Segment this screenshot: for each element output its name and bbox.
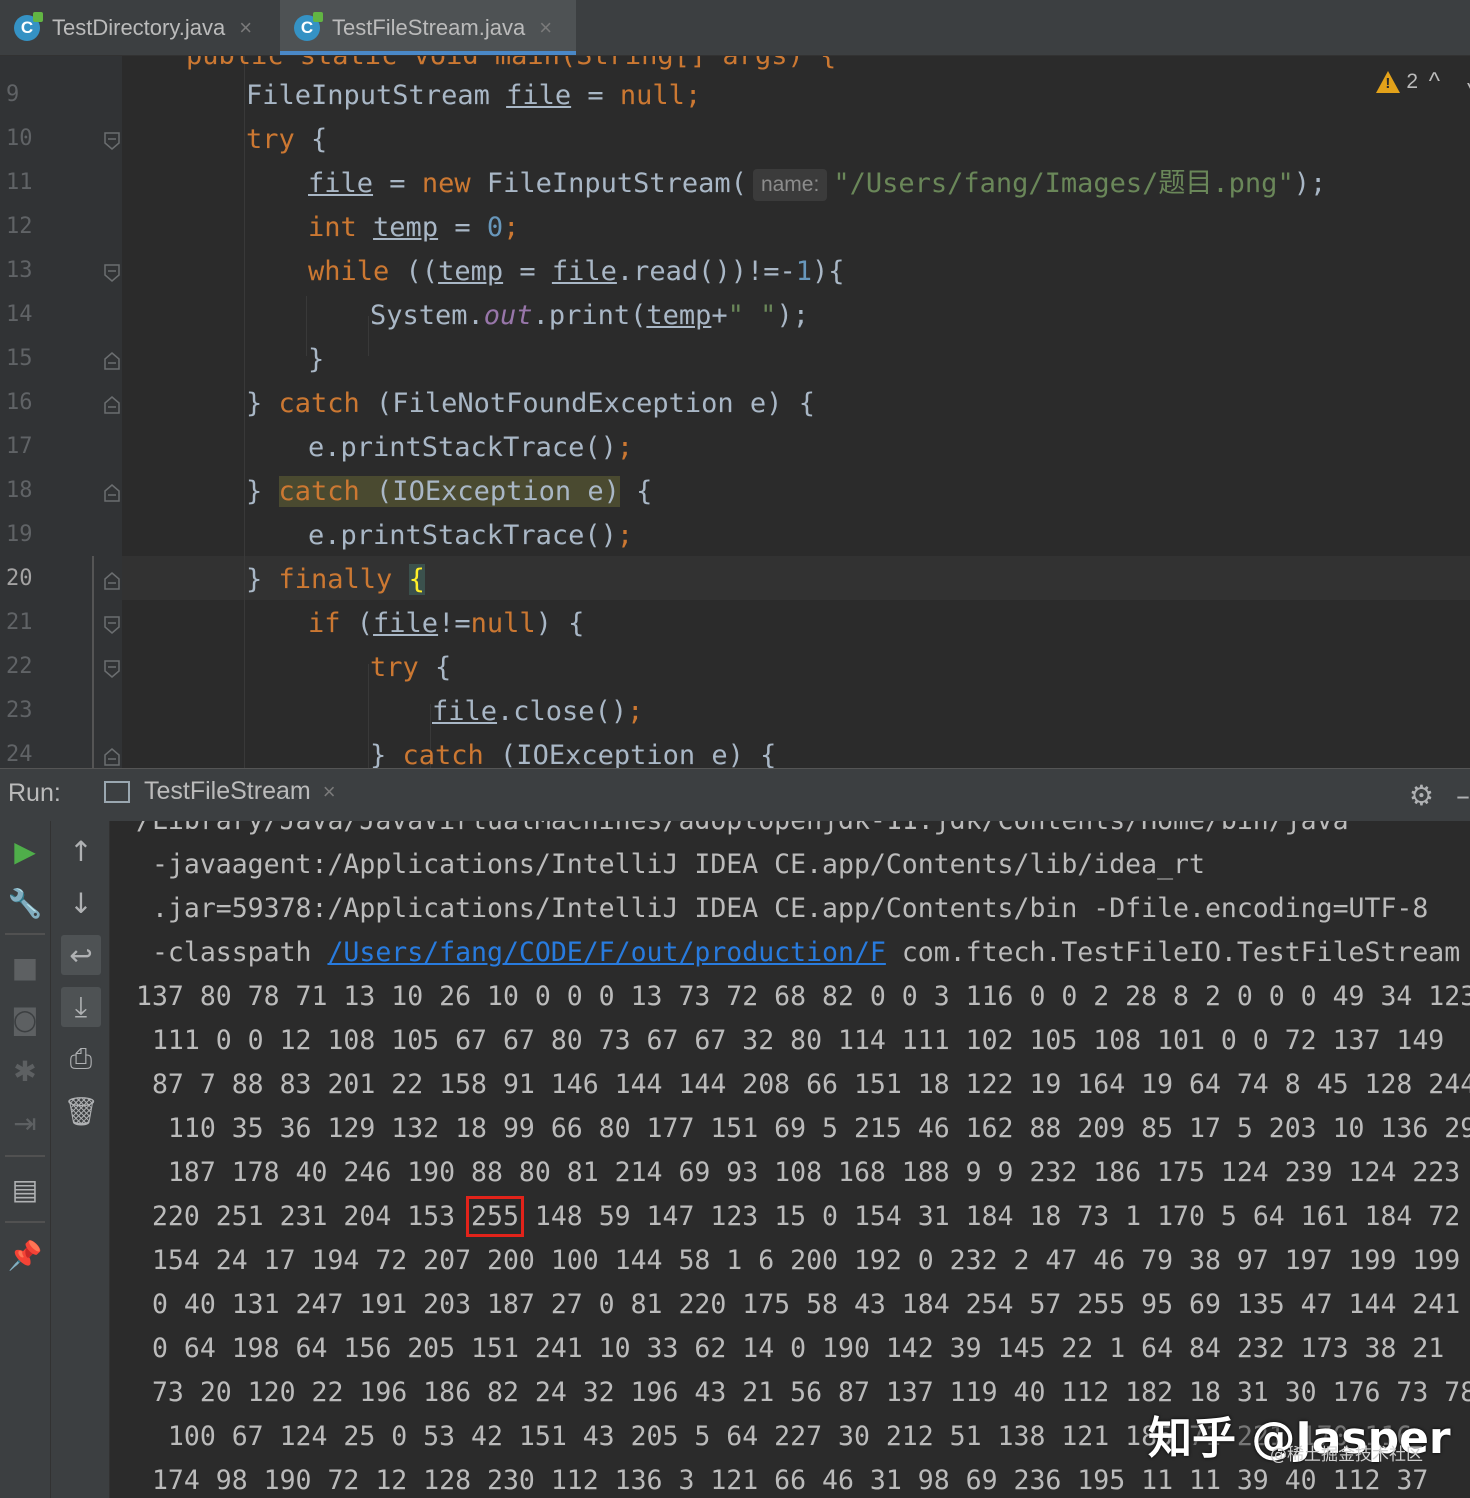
close-icon[interactable]: ×: [239, 15, 252, 41]
console-line: 220 251 231 204 153 255 148 59 147 123 1…: [136, 1196, 1461, 1237]
line-number: 20: [6, 566, 33, 591]
run-tool-window-header: Run: TestFileStream × ⚙ –: [0, 768, 1470, 822]
code-line-12: int temp = 0;: [308, 212, 520, 243]
code-line-19: e.printStackTrace();: [308, 520, 634, 551]
console-line: 111 0 0 12 108 105 67 67 80 73 67 67 32 …: [136, 1025, 1445, 1056]
warning-icon: !: [1376, 71, 1401, 93]
console-line: 187 178 40 246 190 88 80 81 214 69 93 10…: [136, 1157, 1461, 1188]
debug-icon[interactable]: ✱: [5, 1051, 45, 1091]
stop-icon[interactable]: ■: [5, 947, 45, 987]
close-icon[interactable]: ×: [539, 15, 552, 41]
minimize-icon[interactable]: –: [1456, 779, 1470, 812]
code-line-23: file.close();: [432, 696, 644, 727]
tab-testfilestream[interactable]: C TestFileStream.java ×: [280, 0, 576, 55]
watermark-sub: @稀土掘金技术社区: [1270, 1445, 1423, 1465]
camera-icon[interactable]: ◙: [5, 999, 45, 1039]
gear-icon[interactable]: ⚙: [1409, 779, 1434, 812]
code-line-20: } finally {: [246, 564, 425, 595]
editor-tab-bar: C TestDirectory.java × C TestFileStream.…: [0, 0, 1470, 56]
rerun-icon[interactable]: ▶: [5, 831, 45, 871]
line-number: 11: [6, 170, 33, 195]
trash-icon[interactable]: 🗑: [61, 1091, 101, 1131]
line-number: 15: [6, 346, 33, 371]
chevron-up-icon[interactable]: ^: [1429, 68, 1440, 96]
code-line-24: } catch (IOException e) {: [370, 740, 777, 768]
console-line: 154 24 17 194 72 207 200 100 144 58 1 6 …: [136, 1245, 1461, 1276]
run-label: Run:: [8, 779, 61, 807]
line-number: 16: [6, 390, 33, 415]
line-number: 14: [6, 302, 33, 327]
warning-count: 2: [1406, 70, 1418, 93]
tab-label: TestDirectory.java: [52, 14, 226, 40]
fold-marker-icon[interactable]: [104, 748, 120, 766]
arrow-down-icon[interactable]: ↓: [61, 883, 101, 923]
console-line: -classpath /Users/fang/CODE/F/out/produc…: [136, 937, 1461, 968]
code-line-9: FileInputStream file = null;: [246, 80, 702, 111]
run-tab-testfilestream[interactable]: TestFileStream ×: [104, 777, 336, 806]
fold-marker-icon[interactable]: [104, 572, 120, 590]
pin-icon[interactable]: 📌: [5, 1235, 45, 1275]
fold-marker-icon[interactable]: [104, 132, 120, 150]
line-number: 9: [6, 82, 20, 107]
tab-label: TestFileStream.java: [332, 14, 526, 40]
code-line-11: file = new FileInputStream(name: "/Users/…: [308, 168, 1327, 201]
java-class-icon: C: [14, 11, 43, 41]
console-line: .jar=59378:/Applications/IntelliJ IDEA C…: [136, 893, 1429, 924]
line-number: 13: [6, 258, 33, 283]
fold-marker-icon[interactable]: [104, 660, 120, 678]
soft-wrap-icon[interactable]: ↩: [61, 935, 101, 975]
fold-marker-icon[interactable]: [104, 484, 120, 502]
console-line: 0 40 131 247 191 203 187 27 0 81 220 175…: [136, 1289, 1461, 1320]
line-number: 10: [6, 126, 33, 151]
run-tab-label: TestFileStream: [144, 777, 311, 805]
run-toolbar-secondary: ↑ ↓ ↩ ⤓ ⎙ 🗑: [51, 821, 110, 1498]
run-toolbar-primary: ▶ 🔧 ■ ◙ ✱ ⇥ ▤ 📌: [0, 821, 51, 1498]
console-line: -javaagent:/Applications/IntelliJ IDEA C…: [136, 849, 1205, 880]
line-number: 22: [6, 654, 33, 679]
arrow-up-icon[interactable]: ↑: [61, 831, 101, 871]
code-line-13: while ((temp = file.read())!=-1){: [308, 256, 845, 287]
code-line-22: try {: [370, 652, 452, 683]
close-icon[interactable]: ×: [323, 779, 336, 805]
inspection-widget[interactable]: ! 2: [1376, 70, 1418, 94]
line-number: 17: [6, 434, 33, 459]
line-number: 19: [6, 522, 33, 547]
console-line: 110 35 36 129 132 18 99 66 80 177 151 69…: [136, 1113, 1470, 1144]
line-number: 18: [6, 478, 33, 503]
layout-icon[interactable]: ▤: [5, 1169, 45, 1209]
console-line: 137 80 78 71 13 10 26 10 0 0 0 13 73 72 …: [136, 981, 1470, 1012]
parameter-hint: name:: [752, 168, 828, 201]
line-number: 21: [6, 610, 33, 635]
fold-marker-icon[interactable]: [104, 396, 120, 414]
classpath-link[interactable]: /Users/fang/CODE/F/out/production/F: [327, 937, 885, 968]
line-number: 24: [6, 742, 33, 767]
console-icon: [104, 780, 130, 803]
code-line-18: } catch (IOException e) {: [246, 476, 653, 507]
code-line-17: e.printStackTrace();: [308, 432, 634, 463]
line-number: 12: [6, 214, 33, 239]
exit-icon[interactable]: ⇥: [5, 1103, 45, 1143]
fold-marker-icon[interactable]: [104, 616, 120, 634]
scroll-to-end-icon[interactable]: ⤓: [61, 987, 101, 1027]
code-editor[interactable]: public static void main(String[] args) {…: [0, 56, 1470, 768]
fold-marker-icon[interactable]: [104, 352, 120, 370]
wrench-icon[interactable]: 🔧: [5, 883, 45, 923]
console-line: /Library/Java/JavaVirtualMachines/adopto…: [136, 821, 1349, 843]
highlighted-byte-255: 255: [466, 1196, 524, 1237]
code-line-14: System.out.print(temp+" ");: [370, 300, 809, 331]
tab-testdirectory[interactable]: C TestDirectory.java ×: [14, 0, 276, 55]
code-line-21: if (file!=null) {: [308, 608, 585, 639]
console-output[interactable]: /Library/Java/JavaVirtualMachines/adopto…: [110, 821, 1470, 1498]
console-line: 87 7 88 83 201 22 158 91 146 144 144 208…: [136, 1069, 1470, 1100]
fold-marker-icon[interactable]: [104, 264, 120, 282]
code-line-15: }: [308, 344, 325, 375]
line-number: 23: [6, 698, 33, 723]
code-line-16: } catch (FileNotFoundException e) {: [246, 388, 815, 419]
print-icon[interactable]: ⎙: [61, 1039, 101, 1079]
code-line-10: try {: [246, 124, 328, 155]
java-class-icon: C: [294, 11, 323, 41]
console-line: 0 64 198 64 156 205 151 241 10 33 62 14 …: [136, 1333, 1445, 1364]
